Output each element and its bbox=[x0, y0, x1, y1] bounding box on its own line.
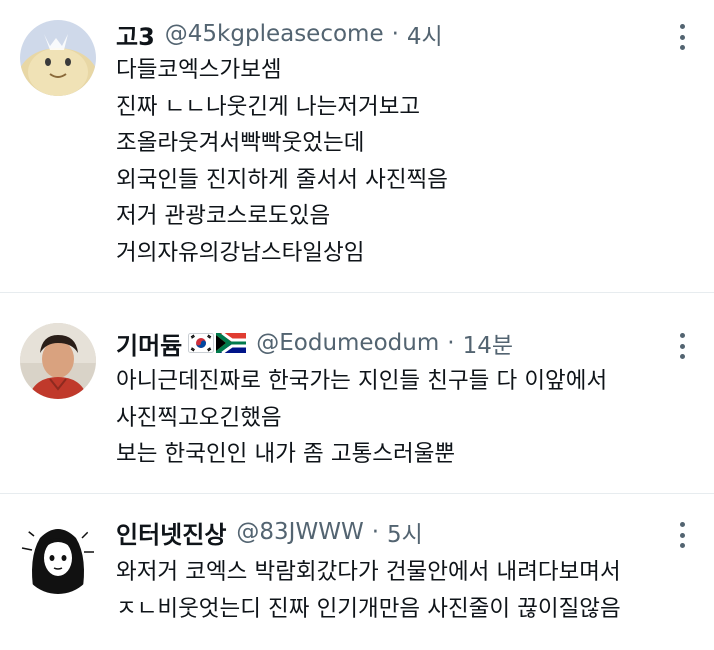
user-handle[interactable]: @45kgpleasecome bbox=[165, 21, 384, 47]
tweet-text-line: 외국인들 진지하게 줄서서 사진찍음 bbox=[116, 166, 448, 193]
tweet-2[interactable]: 기머듐 @Eodumeodum · 14분 아니근데진짜로 한국가는 지인들 친… bbox=[0, 293, 714, 493]
tweet-text-line: 사진찍고오긴했음 bbox=[116, 404, 282, 431]
separator-dot: · bbox=[391, 21, 399, 47]
user-handle[interactable]: @83JWWW bbox=[236, 519, 363, 545]
tweet-text-line: ㅈㄴ비웃엇는디 진짜 인기개만음 사진줄이 끊이질않음 bbox=[116, 595, 621, 622]
tweet-3[interactable]: 인터넷진상 @83JWWW · 5시 와저거 코엑스 박람회갔다가 건물안에서 … bbox=[0, 494, 714, 650]
avatar-image bbox=[20, 323, 96, 399]
tweet-text-line: 와저거 코엑스 박람회갔다가 건물안에서 내려다보며서 bbox=[116, 559, 621, 585]
tweet-text: 와저거 코엑스 박람회갔다가 건물안에서 내려다보며서 ㅈㄴ비웃엇는디 진짜 인… bbox=[116, 554, 696, 627]
south-korea-flag-icon bbox=[188, 333, 215, 353]
tweet-text-line: 보는 한국인인 내가 좀 고통스러울뿐 bbox=[116, 441, 456, 467]
more-options-icon[interactable] bbox=[678, 24, 686, 50]
tweet-1[interactable]: 고3 @45kgpleasecome · 4시 다들코엑스가보셈 진짜 ㄴㄴ나웃… bbox=[0, 0, 714, 292]
separator-dot: · bbox=[371, 519, 379, 545]
timestamp[interactable]: 14분 bbox=[463, 326, 513, 360]
tweet-header: 고3 @45kgpleasecome · 4시 bbox=[116, 16, 443, 52]
display-name[interactable]: 고3 bbox=[116, 17, 155, 52]
tweet-text-line: 조올라웃겨서빡빡웃었는데 bbox=[116, 130, 365, 156]
tweet-text-line: 아니근데진짜로 한국가는 지인들 친구들 다 이앞에서 bbox=[116, 368, 608, 394]
tweet-text: 다들코엑스가보셈 진짜 ㄴㄴ나웃긴게 나는저거보고 조올라웃겨서빡빡웃었는데 외… bbox=[116, 52, 696, 271]
tweet-text-line: 다들코엑스가보셈 bbox=[116, 57, 282, 83]
name-emoji-flags bbox=[188, 333, 247, 353]
south-africa-flag-icon bbox=[216, 333, 247, 353]
avatar[interactable] bbox=[20, 518, 96, 594]
tweet-text: 아니근데진짜로 한국가는 지인들 친구들 다 이앞에서 사진찍고오긴했음 보는 … bbox=[116, 363, 696, 473]
more-options-icon[interactable] bbox=[678, 522, 686, 548]
tweet-feed: 고3 @45kgpleasecome · 4시 다들코엑스가보셈 진짜 ㄴㄴ나웃… bbox=[0, 0, 714, 650]
avatar-image bbox=[20, 20, 96, 96]
user-handle[interactable]: @Eodumeodum bbox=[256, 330, 439, 356]
display-name[interactable]: 인터넷진상 bbox=[116, 515, 226, 550]
tweet-text-line: 진짜 ㄴㄴ나웃긴게 나는저거보고 bbox=[116, 93, 421, 120]
avatar[interactable] bbox=[20, 323, 96, 399]
separator-dot: · bbox=[447, 330, 455, 356]
tweet-text-line: 저거 관광코스로도있음 bbox=[116, 203, 331, 229]
tweet-header: 인터넷진상 @83JWWW · 5시 bbox=[116, 514, 423, 550]
tweet-text-line: 거의자유의강남스타일상임 bbox=[116, 239, 365, 266]
avatar-image bbox=[20, 518, 96, 594]
more-options-icon[interactable] bbox=[678, 333, 686, 359]
avatar[interactable] bbox=[20, 20, 96, 96]
tweet-header: 기머듐 @Eodumeodum · 14분 bbox=[116, 325, 513, 361]
timestamp[interactable]: 5시 bbox=[387, 515, 423, 549]
display-name[interactable]: 기머듐 bbox=[116, 326, 182, 361]
timestamp[interactable]: 4시 bbox=[407, 17, 443, 51]
